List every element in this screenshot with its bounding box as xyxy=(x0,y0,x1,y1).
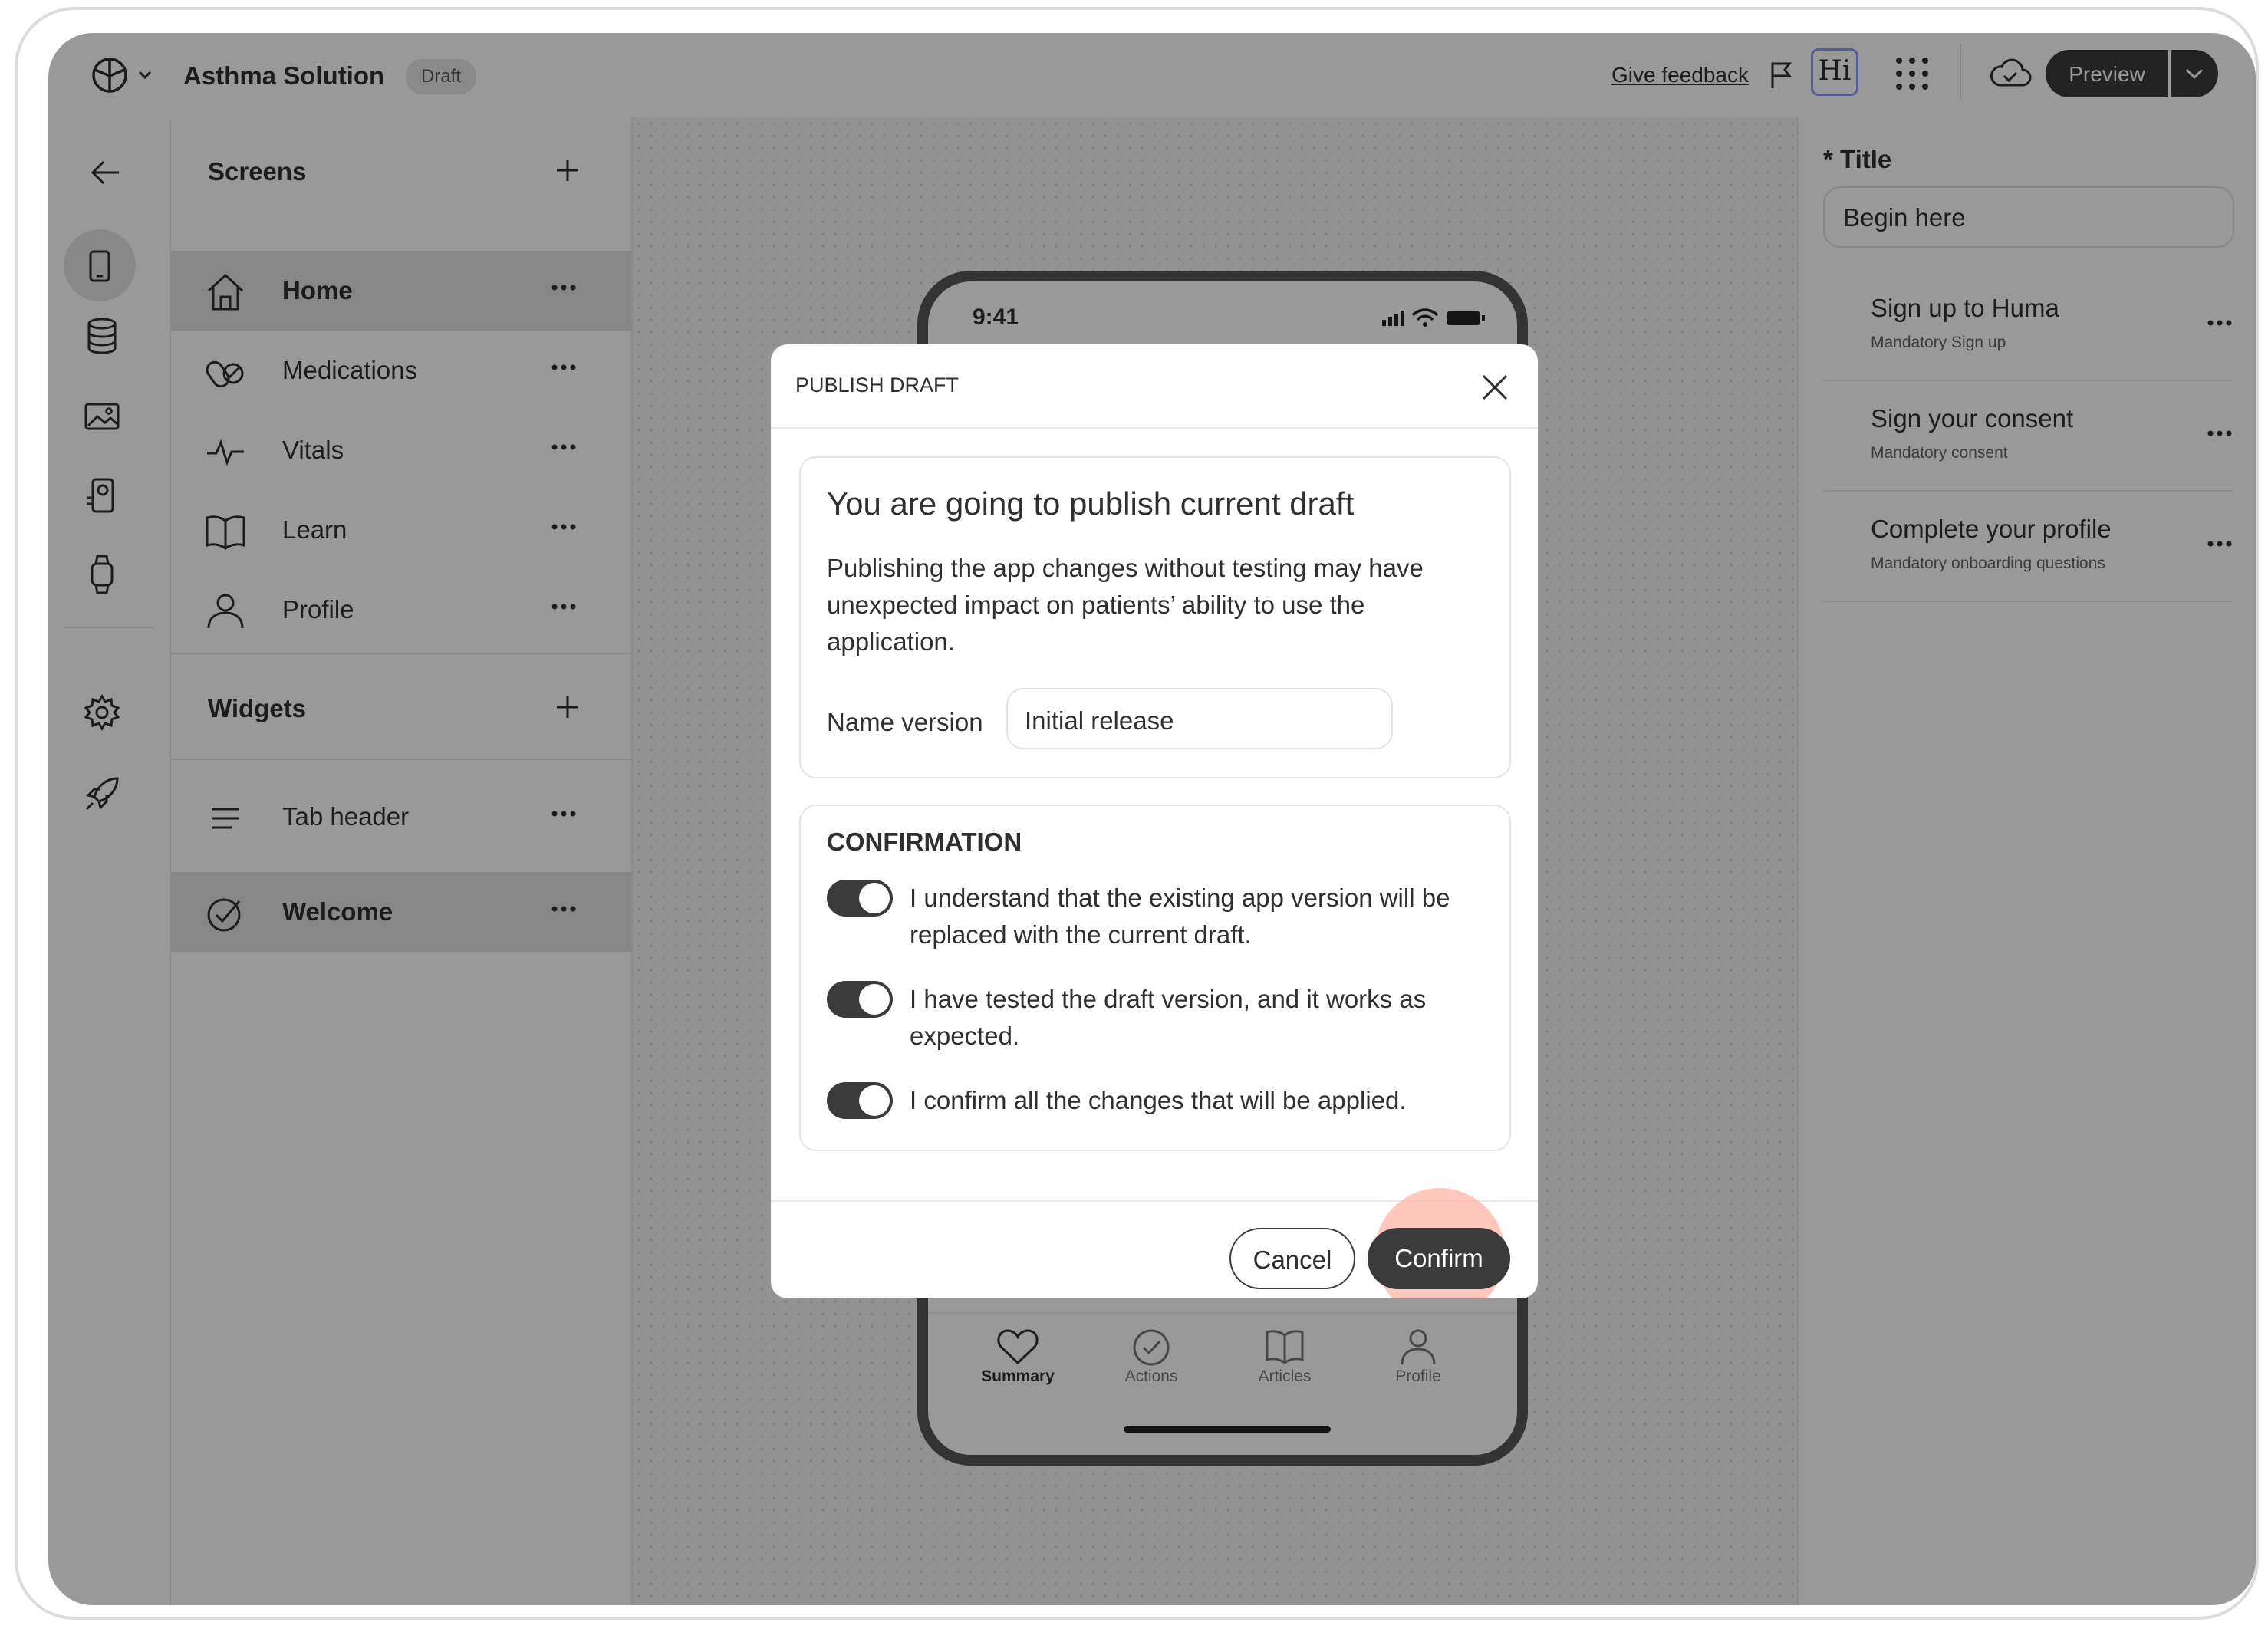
confirmation-text: I have tested the draft version, and it … xyxy=(910,985,1427,1050)
confirmation-card: CONFIRMATION I understand that the exist… xyxy=(799,805,1511,1151)
confirm-button[interactable]: Confirm xyxy=(1368,1228,1510,1289)
close-icon xyxy=(1482,374,1508,400)
name-version-input[interactable]: Initial release xyxy=(1006,688,1393,749)
toggle-knob xyxy=(859,883,890,913)
confirm-label: Confirm xyxy=(1394,1244,1483,1272)
toggle-tested-draft[interactable] xyxy=(827,981,893,1018)
confirmation-title: CONFIRMATION xyxy=(827,828,1022,856)
toggle-confirm-changes[interactable] xyxy=(827,1082,893,1119)
name-version-value: Initial release xyxy=(1025,706,1174,735)
close-button[interactable] xyxy=(1480,372,1510,403)
publish-info-card: You are going to publish current draft P… xyxy=(799,456,1511,778)
name-version-label: Name version xyxy=(827,708,983,736)
toggle-knob xyxy=(859,984,890,1015)
toggle-replace-version[interactable] xyxy=(827,880,893,917)
dialog-divider xyxy=(771,427,1538,429)
toggle-knob xyxy=(859,1085,890,1116)
app-screen: Asthma Solution Draft Give feedback Hi P… xyxy=(48,33,2256,1605)
confirmation-text: I confirm all the changes that will be a… xyxy=(910,1086,1407,1114)
confirmation-text: I understand that the existing app versi… xyxy=(910,884,1450,949)
cancel-label: Cancel xyxy=(1253,1246,1332,1274)
device-frame: Asthma Solution Draft Give feedback Hi P… xyxy=(15,7,2259,1620)
dialog-title: PUBLISH DRAFT xyxy=(795,374,960,397)
publish-draft-dialog: PUBLISH DRAFT You are going to publish c… xyxy=(771,344,1538,1298)
cancel-button[interactable]: Cancel xyxy=(1229,1228,1355,1289)
dialog-body: Publishing the app changes without testi… xyxy=(827,554,1424,656)
dialog-heading: You are going to publish current draft xyxy=(827,485,1355,522)
